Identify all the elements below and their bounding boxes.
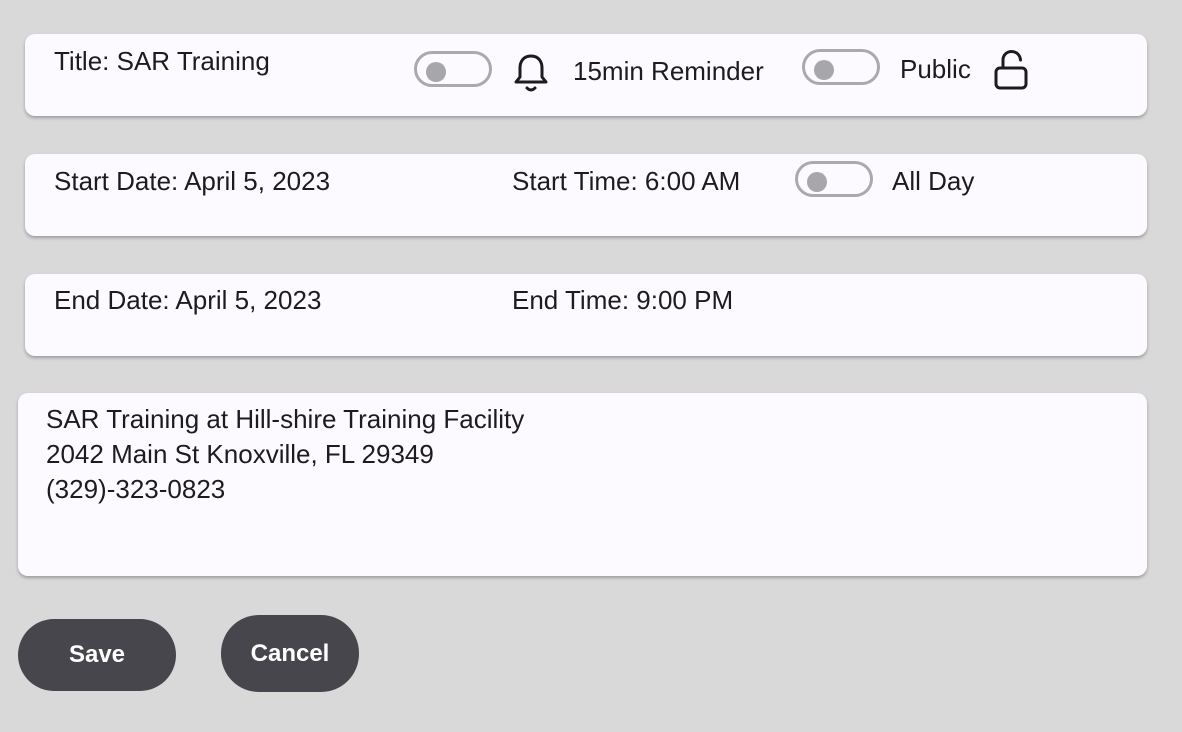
reminder-toggle[interactable]: [414, 51, 492, 87]
notes-content: SAR Training at Hill-shire Training Faci…: [46, 402, 524, 507]
all-day-label: All Day: [892, 166, 975, 196]
notes-line-2: 2042 Main St Knoxville, FL 29349: [46, 439, 434, 469]
unlock-icon: [991, 49, 1031, 96]
save-button[interactable]: Save: [18, 619, 176, 691]
notes-textarea[interactable]: SAR Training at Hill-shire Training Faci…: [18, 393, 1147, 576]
all-day-toggle[interactable]: [795, 161, 873, 197]
end-row-card: End Date: April 5, 2023 End Time: 9:00 P…: [25, 274, 1147, 356]
start-time[interactable]: Start Time: 6:00 AM: [512, 166, 740, 196]
reminder-toggle-knob: [426, 62, 446, 82]
all-day-toggle-knob: [807, 172, 827, 192]
title-row-card: Title: SAR Training 15min Reminder Publi…: [25, 34, 1147, 116]
reminder-label: 15min Reminder: [573, 56, 764, 86]
bell-icon: [511, 51, 551, 98]
start-row-card: Start Date: April 5, 2023 Start Time: 6:…: [25, 154, 1147, 236]
public-toggle[interactable]: [802, 49, 880, 85]
end-time[interactable]: End Time: 9:00 PM: [512, 285, 733, 315]
cancel-button[interactable]: Cancel: [221, 615, 359, 692]
notes-line-3: (329)-323-0823: [46, 474, 226, 504]
event-title[interactable]: Title: SAR Training: [54, 46, 270, 76]
end-date[interactable]: End Date: April 5, 2023: [54, 285, 321, 315]
start-date[interactable]: Start Date: April 5, 2023: [54, 166, 330, 196]
notes-line-1: SAR Training at Hill-shire Training Faci…: [46, 404, 525, 434]
public-toggle-knob: [814, 60, 834, 80]
public-label: Public: [900, 54, 971, 84]
